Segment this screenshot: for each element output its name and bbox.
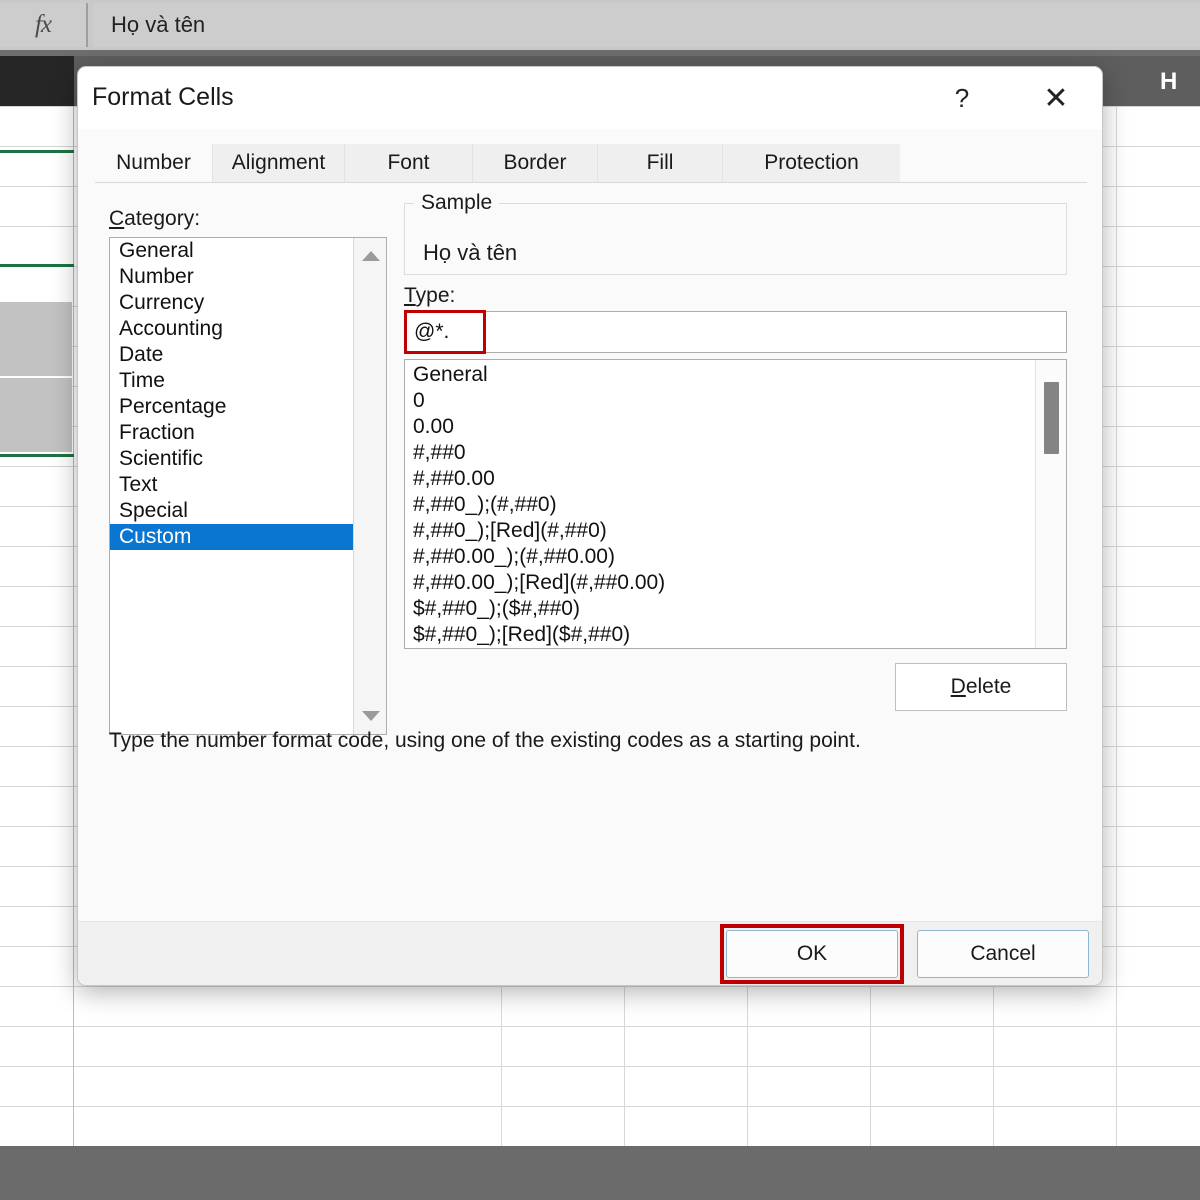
category-item-time[interactable]: Time bbox=[110, 368, 353, 394]
category-scrollbar[interactable] bbox=[353, 238, 386, 734]
tab-fill[interactable]: Fill bbox=[598, 144, 723, 182]
type-items: General 0 0.00 #,##0 #,##0.00 #,##0_);(#,##0)… bbox=[405, 362, 1025, 648]
category-items: General Number Currency Accounting Date Time P… bbox=[110, 238, 353, 550]
category-item-currency[interactable]: Currency bbox=[110, 290, 353, 316]
type-input[interactable] bbox=[404, 311, 1067, 353]
category-item-scientific[interactable]: Scientific bbox=[110, 446, 353, 472]
tab-alignment[interactable]: Alignment bbox=[213, 144, 345, 182]
dialog-tabs: Number Alignment Font Border Fill Protec… bbox=[95, 144, 1087, 183]
type-item-0[interactable]: General bbox=[405, 362, 1025, 388]
dialog-titlebar[interactable]: Format Cells ? ✕ bbox=[78, 67, 1102, 129]
type-label: Type: bbox=[404, 284, 456, 307]
type-item-7[interactable]: #,##0.00_);(#,##0.00) bbox=[405, 544, 1025, 570]
delete-button[interactable]: Delete bbox=[895, 663, 1067, 711]
category-item-date[interactable]: Date bbox=[110, 342, 353, 368]
cancel-button[interactable]: Cancel bbox=[917, 930, 1089, 978]
sample-value: Họ và tên bbox=[423, 240, 518, 265]
category-item-text[interactable]: Text bbox=[110, 472, 353, 498]
category-item-accounting[interactable]: Accounting bbox=[110, 316, 353, 342]
formula-bar-divider bbox=[0, 50, 1200, 56]
type-item-3[interactable]: #,##0 bbox=[405, 440, 1025, 466]
type-item-2[interactable]: 0.00 bbox=[405, 414, 1025, 440]
dialog-footer: OK Cancel bbox=[78, 921, 1102, 985]
category-item-fraction[interactable]: Fraction bbox=[110, 420, 353, 446]
type-item-5[interactable]: #,##0_);(#,##0) bbox=[405, 492, 1025, 518]
triangle-up-icon[interactable] bbox=[354, 240, 386, 272]
dialog-title: Format Cells bbox=[92, 83, 234, 111]
help-icon[interactable]: ? bbox=[936, 75, 988, 121]
type-item-4[interactable]: #,##0.00 bbox=[405, 466, 1025, 492]
tab-number[interactable]: Number bbox=[95, 144, 213, 182]
hint-text: Type the number format code, using one o… bbox=[109, 729, 861, 752]
ok-button[interactable]: OK bbox=[726, 930, 898, 978]
type-listbox[interactable]: General 0 0.00 #,##0 #,##0.00 #,##0_);(#,##0)… bbox=[404, 359, 1067, 649]
category-item-general[interactable]: General bbox=[110, 238, 353, 264]
fx-icon[interactable]: fx bbox=[0, 3, 88, 47]
type-item-6[interactable]: #,##0_);[Red](#,##0) bbox=[405, 518, 1025, 544]
category-listbox[interactable]: General Number Currency Accounting Date Time P… bbox=[109, 237, 387, 735]
triangle-down-icon[interactable] bbox=[354, 700, 386, 732]
category-item-number[interactable]: Number bbox=[110, 264, 353, 290]
formula-bar: fx Họ và tên bbox=[0, 0, 1200, 50]
close-icon[interactable]: ✕ bbox=[1030, 75, 1082, 121]
tab-border[interactable]: Border bbox=[473, 144, 598, 182]
formula-input[interactable]: Họ và tên bbox=[93, 3, 1200, 47]
type-item-9[interactable]: $#,##0_);($#,##0) bbox=[405, 596, 1025, 622]
type-item-1[interactable]: 0 bbox=[405, 388, 1025, 414]
type-item-8[interactable]: #,##0.00_);[Red](#,##0.00) bbox=[405, 570, 1025, 596]
dialog-body: Category: General Number Currency Accountin… bbox=[78, 183, 1102, 923]
tab-protection[interactable]: Protection bbox=[723, 144, 900, 182]
type-scrollbar[interactable] bbox=[1035, 360, 1066, 648]
screenshot-root: H fx Họ và tên Format Cells ? ✕ Number A… bbox=[0, 0, 1200, 1200]
sample-legend: Sample bbox=[414, 191, 500, 215]
category-item-percentage[interactable]: Percentage bbox=[110, 394, 353, 420]
category-label: Category: bbox=[109, 207, 201, 230]
status-bar bbox=[0, 1146, 1200, 1200]
scrollbar-thumb[interactable] bbox=[1044, 382, 1059, 454]
category-item-special[interactable]: Special bbox=[110, 498, 353, 524]
tab-font[interactable]: Font bbox=[345, 144, 473, 182]
type-item-10[interactable]: $#,##0_);[Red]($#,##0) bbox=[405, 622, 1025, 648]
column-header-h[interactable]: H bbox=[1160, 68, 1177, 96]
format-cells-dialog: Format Cells ? ✕ Number Alignment Font B… bbox=[77, 66, 1103, 986]
category-item-custom[interactable]: Custom bbox=[110, 524, 353, 550]
